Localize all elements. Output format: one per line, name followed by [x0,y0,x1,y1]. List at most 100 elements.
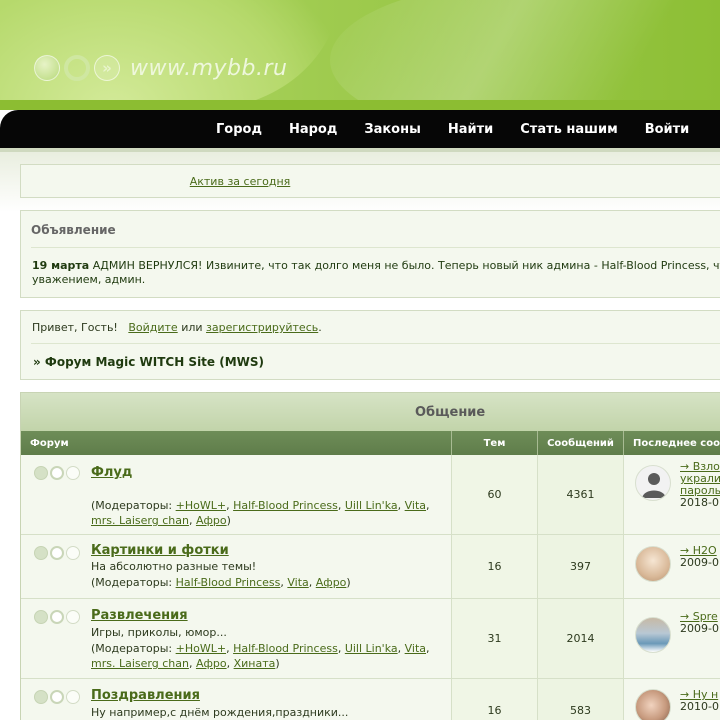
moderator-link[interactable]: Хината [234,657,276,670]
column-header-forum: Форум [21,431,452,455]
moderator-link[interactable]: mrs. Laiserg chan [91,657,189,670]
moderator-link[interactable]: Афро [196,657,227,670]
active-today-box: Актив за сегодня [20,164,720,198]
header-bottom-strip [0,100,720,110]
last-post-date: 2018-0 [680,496,719,509]
nav-item-search[interactable]: Найти [448,122,493,137]
last-post-info: → H2O 2009-0 [680,545,719,569]
user-avatar[interactable] [635,617,671,653]
moderator-link[interactable]: +HoWL+ [176,499,226,512]
moderator-link[interactable]: Half-Blood Princess [233,642,338,655]
posts-count: 397 [538,535,624,598]
category-title[interactable]: Общение [415,405,485,420]
topics-count: 60 [452,455,538,534]
forum-title-link[interactable]: Поздравления [91,688,200,703]
last-post-date: 2009-0 [680,622,719,635]
nav-item-register[interactable]: Стать нашим [520,122,617,137]
nav-item-rules[interactable]: Законы [364,122,421,137]
moderator-link[interactable]: Uill Lin'ka [345,642,398,655]
announcement-text: 19 марта АДМИН ВЕРНУЛСЯ! Извините, что т… [32,259,720,287]
last-post-cell: → Взло украли пароль 2018-0 [624,455,720,534]
page-content: Актив за сегодня Объявление 19 марта АДМ… [0,152,720,720]
forum-description: Игры, приколы, юмор... [91,626,227,639]
active-today-link[interactable]: Актив за сегодня [190,175,291,188]
forum-row-pictures: Картинки и фотки На абсолютно разные тем… [21,535,720,599]
forum-status-icon [34,466,82,480]
login-link[interactable]: Войдите [128,321,177,334]
moderator-link[interactable]: +HoWL+ [176,642,226,655]
nav-item-login[interactable]: Войти [645,122,690,137]
moderator-link[interactable]: Vita [287,576,308,589]
column-header-posts: Сообщений [538,431,624,455]
welcome-divider [31,343,720,344]
nav-item-people[interactable]: Народ [289,122,337,137]
forum-cell: Поздравления Ну например,с днём рождения… [21,679,452,720]
announcement-line1: АДМИН ВЕРНУЛСЯ! Извините, что так долго … [89,259,720,272]
user-avatar[interactable] [635,465,671,501]
forum-moderators: (Модераторы: +HoWL+, Half-Blood Princess… [91,642,430,670]
header-highlight [330,0,720,110]
last-post-date: 2010-0 [680,700,719,713]
announcement-divider [31,247,720,248]
moderator-link[interactable]: Афро [196,514,227,527]
announcement-box: Объявление 19 марта АДМИН ВЕРНУЛСЯ! Изви… [20,210,720,298]
or-text: или [177,321,207,334]
forum-description: Ну например,с днём рождения,праздники... [91,706,349,719]
announcement-date: 19 марта [32,259,90,272]
logo-dot-icon [34,55,60,81]
forum-row-congratulations: Поздравления Ну например,с днём рождения… [21,679,720,720]
forum-row-flood: Флуд (Модераторы: +HoWL+, Half-Blood Pri… [21,455,720,535]
welcome-line: Привет, Гость! Войдите или зарегистрируй… [32,321,322,334]
last-post-cell: → Spre 2009-0 [624,599,720,678]
forum-cell: Картинки и фотки На абсолютно разные тем… [21,535,452,598]
forum-title-link[interactable]: Картинки и фотки [91,543,229,558]
last-post-date: 2009-0 [680,556,719,569]
user-avatar[interactable] [635,546,671,582]
topics-count: 31 [452,599,538,678]
moderator-link[interactable]: Half-Blood Princess [176,576,281,589]
welcome-box: Привет, Гость! Войдите или зарегистрируй… [20,310,720,380]
forum-cell: Развлечения Игры, приколы, юмор... (Моде… [21,599,452,678]
breadcrumb[interactable]: » Форум Magic WITCH Site (MWS) [33,355,264,369]
moderator-link[interactable]: Half-Blood Princess [233,499,338,512]
moderator-link[interactable]: Uill Lin'ka [345,499,398,512]
nav-menu: Город Народ Законы Найти Стать нашим Вой… [216,110,716,148]
topics-count: 16 [452,535,538,598]
forum-status-icon [34,690,82,704]
last-post-cell: → H2O 2009-0 [624,535,720,598]
forum-status-icon [34,610,82,624]
forum-moderators: (Модераторы: +HoWL+, Half-Blood Princess… [91,499,430,527]
nav-item-city[interactable]: Город [216,122,262,137]
forum-moderators: (Модераторы: Half-Blood Princess, Vita, … [91,576,351,589]
moderator-link[interactable]: Афро [316,576,347,589]
announcement-line2: уважением, админ. [32,273,146,286]
last-post-cell: → Ну н 2010-0 [624,679,720,720]
category-header: Общение [21,393,720,431]
logo-ring-icon [64,55,90,81]
posts-count: 4361 [538,455,624,534]
site-header: » www.mybb.ru [0,0,720,110]
posts-count: 583 [538,679,624,720]
moderator-link[interactable]: mrs. Laiserg chan [91,514,189,527]
forum-title-link[interactable]: Флуд [91,465,132,480]
moderator-link[interactable]: Vita [405,499,426,512]
logo-text: www.mybb.ru [130,55,288,81]
last-post-info: → Взло украли пароль 2018-0 [680,461,720,509]
forum-status-icon [34,546,82,560]
forum-row-entertainment: Развлечения Игры, приколы, юмор... (Моде… [21,599,720,679]
posts-count: 2014 [538,599,624,678]
moderator-link[interactable]: Vita [405,642,426,655]
column-header-last-post: Последнее соо [624,431,720,455]
forum-cell: Флуд (Модераторы: +HoWL+, Half-Blood Pri… [21,455,452,534]
register-link[interactable]: зарегистрируйтесь [206,321,318,334]
user-avatar[interactable] [635,689,671,720]
last-post-info: → Spre 2009-0 [680,611,719,635]
topics-count: 16 [452,679,538,720]
forum-description: На абсолютно разные темы! [91,560,257,573]
forum-title-link[interactable]: Развлечения [91,608,188,623]
site-logo[interactable]: » www.mybb.ru [34,55,287,81]
column-header-topics: Тем [452,431,538,455]
period-text: . [318,321,322,334]
logo-chevron-icon: » [94,55,120,81]
forum-category-table: Общение Форум Тем Сообщений Последнее со… [20,392,720,720]
